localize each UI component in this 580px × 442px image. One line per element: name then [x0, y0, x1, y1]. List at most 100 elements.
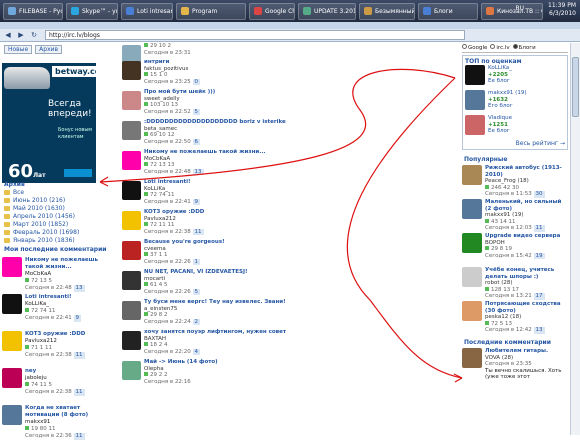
comment-count-badge[interactable]: 9 — [192, 198, 201, 205]
top-user-blog-link[interactable]: Его блог — [488, 103, 526, 110]
avatar[interactable] — [462, 199, 482, 219]
avatar[interactable] — [122, 301, 141, 320]
comment-count-badge[interactable]: 5 — [192, 108, 201, 115]
avatar[interactable] — [2, 257, 22, 277]
avatar[interactable] — [462, 165, 482, 185]
comment-count-badge[interactable]: 1 — [192, 258, 201, 265]
avatar[interactable] — [122, 151, 141, 170]
comment-count-badge[interactable]: 17 — [533, 293, 545, 300]
top-user-blog-link[interactable]: Ее блог — [488, 128, 512, 135]
post-title[interactable]: :DDDDDDDDDDDDDDDDDDDD boriz v isterike — [144, 119, 286, 126]
popular-title-text[interactable]: Рижский автобус (1913-2010) — [485, 165, 568, 178]
comment-title[interactable]: Loti intresanti! — [25, 294, 81, 301]
full-rating-link[interactable]: Весь рейтинг → — [465, 140, 565, 147]
comment-title[interactable]: ney — [25, 368, 85, 375]
post-title[interactable]: Май -> Июнь (14 фото) — [144, 359, 218, 366]
taskbar-item[interactable]: Блоги — [418, 2, 478, 20]
archive-item[interactable]: Апрель 2010 (1456) — [4, 212, 110, 220]
comment-count-badge[interactable]: 11 — [533, 225, 545, 232]
top-user-blog-link[interactable]: Ее блог — [488, 78, 512, 85]
avatar[interactable] — [2, 405, 22, 425]
avatar[interactable] — [2, 368, 22, 388]
post-title[interactable]: NU NET, PACANI, VI IZDEVAETESJ! — [144, 269, 248, 276]
taskbar-item[interactable]: Google Chr... — [249, 2, 295, 20]
post-title[interactable]: Ту буси мене вергс! Теу нау извелес. Зва… — [144, 299, 286, 306]
comment-count-badge[interactable]: 19 — [533, 252, 545, 259]
comment-user[interactable]: jaboleju — [25, 375, 85, 382]
taskbar-item[interactable]: Skype™ - yummc... — [66, 2, 118, 20]
top-user-name[interactable]: Vladique — [488, 115, 512, 122]
comment-count-badge[interactable]: 11 — [192, 228, 204, 235]
archive-item[interactable]: Все — [4, 188, 110, 196]
avatar[interactable] — [122, 331, 141, 350]
comment-count-badge[interactable]: 11 — [73, 352, 85, 359]
radio-irc[interactable]: irc.lv — [490, 44, 510, 51]
avatar[interactable] — [462, 267, 482, 287]
top-user-name[interactable]: makxx91 (19) — [488, 90, 526, 97]
forward-icon[interactable]: ▶ — [16, 30, 26, 40]
avatar[interactable] — [462, 348, 482, 368]
comment-count-badge[interactable]: 4 — [192, 348, 201, 355]
post-title[interactable]: Про мой бути шейк ))) — [144, 89, 215, 96]
post-title[interactable]: хочу занятся поуэр лифтингом, нужен сове… — [144, 329, 286, 336]
comment-count-badge[interactable]: 30 — [533, 191, 545, 198]
archive-item[interactable]: Июнь 2010 (216) — [4, 196, 110, 204]
avatar[interactable] — [465, 115, 485, 135]
avatar[interactable] — [465, 90, 485, 110]
comment-user[interactable]: KoLLiKa_ — [25, 301, 81, 308]
avatar[interactable] — [462, 233, 482, 253]
comment-count-badge[interactable]: 11 — [73, 389, 85, 396]
archive-item[interactable]: Февраль 2010 (1698) — [4, 228, 110, 236]
archive-item[interactable]: Январь 2010 (1836) — [4, 236, 110, 244]
tab-archive[interactable]: Архив — [35, 45, 63, 54]
comment-count-badge[interactable]: 6 — [192, 138, 201, 145]
taskbar-item[interactable]: FILEBASE - Русскоязычн... — [3, 2, 63, 20]
scrollbar-thumb[interactable] — [572, 57, 579, 117]
taskbar-item[interactable]: Безымянный - Paint — [359, 2, 415, 20]
back-icon[interactable]: ◀ — [3, 30, 13, 40]
radio-blogs[interactable]: Блоги — [512, 44, 536, 51]
avatar[interactable] — [122, 211, 141, 230]
comment-user[interactable]: MoCbKaA — [25, 271, 112, 278]
avatar[interactable] — [2, 294, 22, 314]
avatar[interactable] — [465, 65, 485, 85]
ad-go-button[interactable] — [64, 169, 92, 177]
post-title[interactable]: KOT3 оружие :DDD — [144, 209, 204, 216]
comment-user[interactable]: Pavluxa212 — [25, 338, 85, 345]
post-title[interactable]: Никому не пожелаешь такой жизни... — [144, 149, 266, 156]
comment-title[interactable]: Когда не хватает мотивации (8 фото) — [25, 405, 112, 419]
comment-count-badge[interactable]: 11 — [73, 433, 85, 440]
avatar[interactable] — [462, 301, 482, 321]
comment-count-badge[interactable]: 13 — [73, 285, 85, 292]
popular-title-text[interactable]: Upgrade видео сервера — [485, 233, 560, 240]
taskbar-item[interactable]: Program — [176, 2, 246, 20]
popular-title-text[interactable]: Учёбе конец, учитесь делать шпоры :) — [485, 267, 568, 280]
url-input[interactable]: http://irc.lv/blogs — [45, 30, 465, 40]
radio-google[interactable]: Google — [462, 44, 487, 51]
avatar[interactable] — [122, 361, 141, 380]
language-indicator[interactable]: RU — [515, 5, 524, 13]
avatar[interactable] — [122, 241, 141, 260]
scrollbar[interactable] — [570, 43, 580, 435]
avatar[interactable] — [122, 271, 141, 290]
comment-count-badge[interactable]: 13 — [192, 168, 204, 175]
reload-icon[interactable]: ↻ — [29, 30, 39, 40]
comment-count-badge[interactable]: 0 — [192, 78, 201, 85]
comment-count-badge[interactable]: 9 — [73, 315, 82, 322]
comment-title[interactable]: Никому не пожелаешь такой жизни... — [25, 257, 112, 271]
comment-count-badge[interactable]: 5 — [192, 288, 201, 295]
comment-count-badge[interactable]: 2 — [192, 318, 201, 325]
taskbar-item[interactable]: Loti intresanti! — [121, 2, 173, 20]
avatar[interactable] — [122, 91, 141, 110]
comment-title[interactable]: KOT3 оружие :DDD — [25, 331, 85, 338]
tab-new[interactable]: Новые — [4, 45, 33, 54]
avatar[interactable] — [2, 331, 22, 351]
avatar[interactable] — [122, 181, 141, 200]
comment-count-badge[interactable]: 13 — [533, 327, 545, 334]
top-user-name[interactable]: KoLLiKa_ — [488, 65, 512, 72]
avatar[interactable] — [122, 121, 141, 140]
archive-item[interactable]: Март 2010 (1852) — [4, 220, 110, 228]
post-title[interactable]: Because you're gorgeous! — [144, 239, 225, 246]
archive-item[interactable]: Май 2010 (1630) — [4, 204, 110, 212]
taskbar-item[interactable]: UPDATE 3.20100603.123 — [298, 2, 356, 20]
